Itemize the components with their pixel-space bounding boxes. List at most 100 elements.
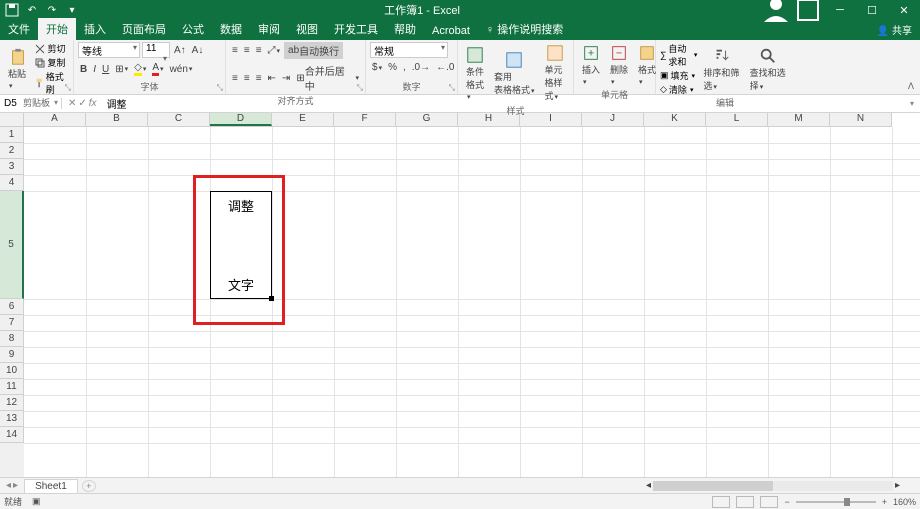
tab-pagelayout[interactable]: 页面布局 <box>114 18 174 40</box>
normal-view-icon[interactable] <box>712 496 730 508</box>
row-header[interactable]: 10 <box>0 363 24 379</box>
macro-record-icon[interactable]: ▣ <box>32 496 41 507</box>
row-header[interactable]: 13 <box>0 411 24 427</box>
insert-cells-button[interactable]: +插入 <box>578 42 604 88</box>
col-header[interactable]: K <box>644 113 706 126</box>
border-button[interactable]: ⊞ <box>113 63 130 76</box>
zoom-level[interactable]: 160% <box>893 497 916 507</box>
increase-indent-icon[interactable]: ⇥ <box>280 72 292 85</box>
col-header[interactable]: D <box>210 113 272 126</box>
redo-icon[interactable]: ↷ <box>44 2 60 18</box>
cells-area[interactable]: 调整 文字 <box>24 127 920 477</box>
horizontal-scrollbar[interactable] <box>653 481 893 491</box>
scroll-left-icon[interactable]: ◂ <box>646 480 651 491</box>
sheet-tab[interactable]: Sheet1 <box>24 479 78 493</box>
increase-decimal-icon[interactable]: .0→ <box>410 61 432 74</box>
font-name-combo[interactable]: 等线 <box>78 42 140 58</box>
align-bottom-icon[interactable]: ≡ <box>254 44 264 57</box>
tab-review[interactable]: 审阅 <box>250 18 288 40</box>
col-header[interactable]: A <box>24 113 86 126</box>
fill-handle[interactable] <box>269 296 274 301</box>
row-header[interactable]: 11 <box>0 379 24 395</box>
bold-button[interactable]: B <box>78 63 89 76</box>
row-header[interactable]: 9 <box>0 347 24 363</box>
fx-icon[interactable]: fx <box>89 98 97 109</box>
decrease-indent-icon[interactable]: ⇤ <box>266 72 278 85</box>
font-size-combo[interactable]: 11 <box>142 42 170 58</box>
cell-styles-button[interactable]: 单元格样式 <box>541 42 569 104</box>
cancel-formula-icon[interactable]: ✕ <box>68 98 76 109</box>
wrap-text-button[interactable]: ab 自动换行 <box>284 42 343 59</box>
zoom-out-icon[interactable]: − <box>784 497 789 507</box>
active-cell[interactable]: 调整 文字 <box>210 191 272 299</box>
row-header[interactable]: 2 <box>0 143 24 159</box>
col-header[interactable]: C <box>148 113 210 126</box>
col-header[interactable]: F <box>334 113 396 126</box>
paste-button[interactable]: 粘贴 <box>4 46 32 92</box>
tab-home[interactable]: 开始 <box>38 18 76 40</box>
col-header[interactable]: B <box>86 113 148 126</box>
tab-formulas[interactable]: 公式 <box>174 18 212 40</box>
scroll-right-icon[interactable]: ▸ <box>895 480 900 491</box>
row-header[interactable]: 5 <box>0 191 24 299</box>
row-header[interactable]: 14 <box>0 427 24 443</box>
fill-color-button[interactable]: ◇ <box>132 61 148 77</box>
clipboard-launcher-icon[interactable]: ⤡ <box>65 83 71 93</box>
col-header[interactable]: L <box>706 113 768 126</box>
number-launcher-icon[interactable]: ⤡ <box>449 83 455 93</box>
clear-button[interactable]: ◇ 清除 <box>660 83 697 96</box>
row-header[interactable]: 1 <box>0 127 24 143</box>
page-layout-view-icon[interactable] <box>736 496 754 508</box>
autosum-button[interactable]: ∑ 自动求和 <box>660 42 697 68</box>
decrease-decimal-icon[interactable]: ←.0 <box>434 61 456 74</box>
row-header[interactable]: 7 <box>0 315 24 331</box>
col-header[interactable]: E <box>272 113 334 126</box>
merge-button[interactable]: ⊞ 合并后居中 <box>294 62 361 94</box>
find-select-button[interactable]: 查找和选择 <box>746 45 790 94</box>
percent-format-icon[interactable]: % <box>386 61 399 74</box>
tab-view[interactable]: 视图 <box>288 18 326 40</box>
row-header[interactable]: 4 <box>0 175 24 191</box>
align-left-icon[interactable]: ≡ <box>230 72 240 85</box>
minimize-icon[interactable]: ─ <box>824 0 856 20</box>
row-header[interactable]: 6 <box>0 299 24 315</box>
row-header[interactable]: 8 <box>0 331 24 347</box>
close-icon[interactable]: ✕ <box>888 0 920 20</box>
account-icon[interactable] <box>760 0 792 20</box>
delete-cells-button[interactable]: −删除 <box>606 42 632 88</box>
align-middle-icon[interactable]: ≡ <box>242 44 252 57</box>
col-header[interactable]: N <box>830 113 892 126</box>
collapse-ribbon-icon[interactable]: ᐱ <box>908 81 914 92</box>
enter-formula-icon[interactable]: ✓ <box>78 98 86 109</box>
sheet-nav-next-icon[interactable]: ▸ <box>13 480 18 491</box>
row-header[interactable]: 12 <box>0 395 24 411</box>
sheet-nav-prev-icon[interactable]: ◂ <box>6 480 11 491</box>
zoom-slider[interactable] <box>796 501 876 503</box>
align-right-icon[interactable]: ≡ <box>254 72 264 85</box>
font-launcher-icon[interactable]: ⤡ <box>217 83 223 93</box>
alignment-launcher-icon[interactable]: ⤡ <box>357 83 363 93</box>
row-header[interactable]: 3 <box>0 159 24 175</box>
tab-help[interactable]: 帮助 <box>386 18 424 40</box>
decrease-font-icon[interactable]: A↓ <box>190 44 206 57</box>
accounting-format-icon[interactable]: $ <box>370 61 384 74</box>
save-icon[interactable] <box>4 2 20 18</box>
comma-format-icon[interactable]: , <box>401 61 408 74</box>
tellme[interactable]: ♀ 操作说明搜索 <box>478 18 571 40</box>
page-break-view-icon[interactable] <box>760 496 778 508</box>
expand-formula-bar-icon[interactable]: ▾ <box>904 99 920 108</box>
underline-button[interactable]: U <box>100 63 111 76</box>
share-button[interactable]: 👤 共享 <box>869 19 920 40</box>
col-header[interactable]: M <box>768 113 830 126</box>
tab-file[interactable]: 文件 <box>0 18 38 40</box>
tab-insert[interactable]: 插入 <box>76 18 114 40</box>
italic-button[interactable]: I <box>91 63 98 76</box>
ribbon-options-icon[interactable] <box>792 0 824 20</box>
undo-icon[interactable]: ↶ <box>24 2 40 18</box>
maximize-icon[interactable]: ☐ <box>856 0 888 20</box>
cut-button[interactable]: 剪切 <box>34 42 70 55</box>
tab-acrobat[interactable]: Acrobat <box>424 22 478 40</box>
font-color-button[interactable]: A <box>150 61 165 77</box>
add-sheet-button[interactable]: + <box>82 480 96 492</box>
sort-filter-button[interactable]: 排序和筛选 <box>699 45 743 94</box>
